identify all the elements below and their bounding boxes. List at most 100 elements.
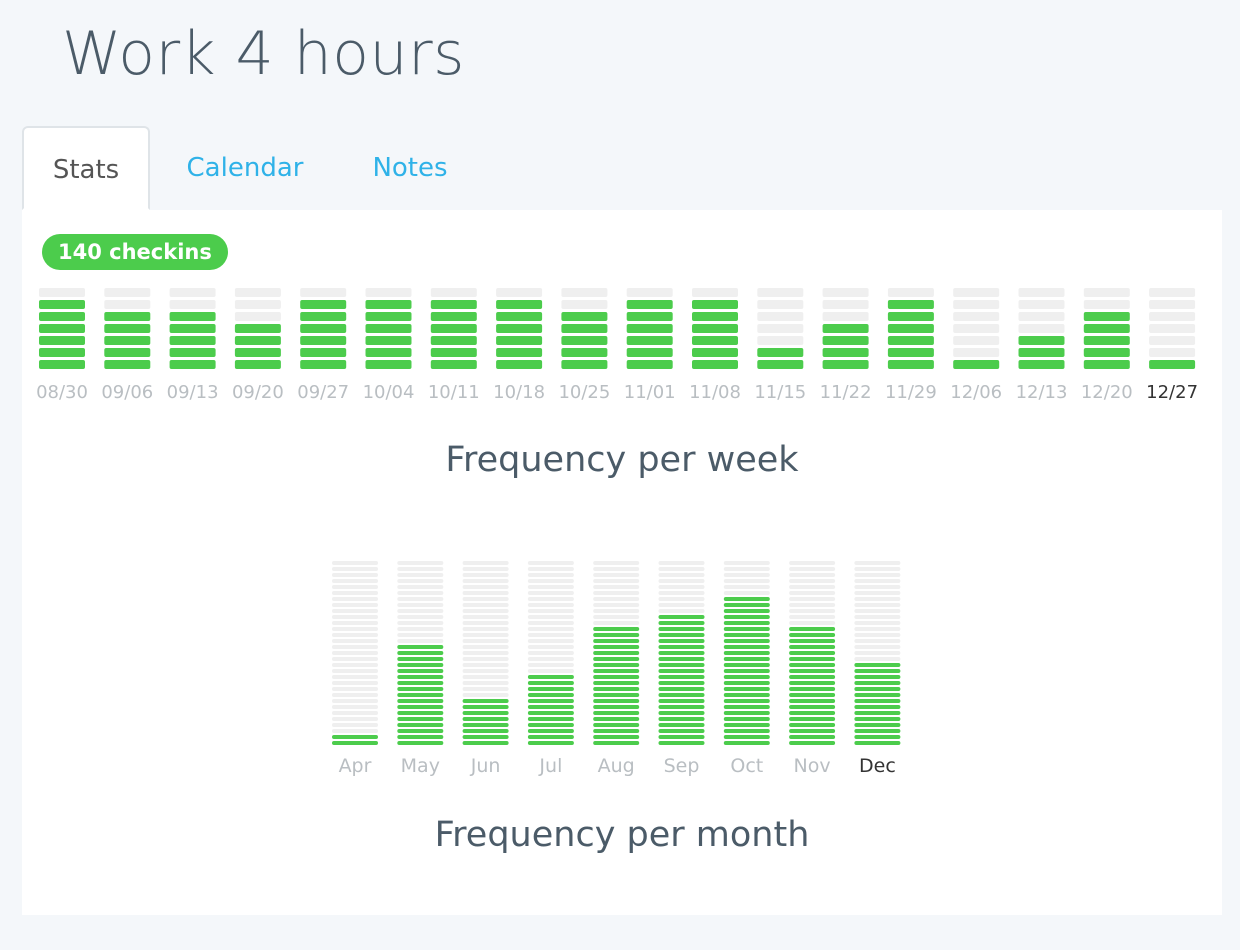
bar-segment-empty — [527, 561, 574, 565]
bar-10-04 — [365, 288, 412, 369]
bar-segment-filled — [462, 723, 509, 727]
bar-segment-filled — [397, 735, 444, 739]
bar-segment-filled — [723, 699, 770, 703]
bar-segment-filled — [658, 741, 705, 745]
bar-segment-filled — [462, 741, 509, 745]
bar-segment-filled — [887, 348, 934, 357]
bar-segment-filled — [593, 681, 640, 685]
bar-segment-empty — [527, 645, 574, 649]
x-tick-label: 10/25 — [558, 382, 610, 402]
bar-segment-empty — [658, 567, 705, 571]
bar-segment-empty — [462, 687, 509, 691]
bar-segment-filled — [953, 360, 1000, 369]
bar-segment-filled — [462, 705, 509, 709]
bar-segment-filled — [658, 681, 705, 685]
bar-12-06 — [953, 288, 1000, 369]
bar-segment-empty — [723, 573, 770, 577]
bar-segment-filled — [365, 312, 412, 321]
x-tick-label: Jun — [470, 755, 501, 777]
bar-10-25 — [561, 288, 608, 369]
bar-segment-filled — [527, 729, 574, 733]
bar-segment-empty — [527, 669, 574, 673]
stats-panel: 140 checkins 08/30 09/06 09/13 09/20 09/27 10… — [22, 210, 1222, 915]
x-tick-label: 10/18 — [493, 382, 545, 402]
bar-segment-filled — [789, 663, 836, 667]
bar-segment-empty — [332, 603, 378, 607]
tab-calendar[interactable]: Calendar — [172, 126, 318, 210]
x-tick-label: 11/29 — [885, 382, 937, 402]
bar-12-20 — [1083, 288, 1130, 369]
bar-segment-empty — [332, 711, 378, 715]
monthly-chart-title: Frequency per month — [434, 815, 810, 855]
x-tick-label: Sep — [664, 755, 700, 777]
bar-May — [397, 561, 444, 745]
bar-segment-filled — [723, 735, 770, 739]
bar-segment-filled — [658, 645, 705, 649]
bar-segment-empty — [462, 633, 509, 637]
bar-segment-filled — [692, 348, 738, 357]
bar-segment-filled — [527, 705, 574, 709]
x-tick-label: May — [401, 755, 440, 777]
bar-segment-empty — [332, 573, 378, 577]
bar-segment-filled — [527, 699, 574, 703]
bar-segment-empty — [527, 627, 574, 631]
bar-segment-filled — [789, 669, 836, 673]
bar-segment-empty — [789, 621, 836, 625]
bar-segment-filled — [397, 705, 444, 709]
bar-segment-empty — [462, 639, 509, 643]
bar-segment-filled — [397, 645, 444, 649]
tab-notes[interactable]: Notes — [352, 126, 468, 210]
bar-segment-filled — [496, 312, 543, 321]
bar-segment-empty — [462, 675, 509, 679]
bar-segment-empty — [854, 639, 901, 643]
bar-segment-filled — [462, 717, 509, 721]
bar-segment-empty — [1018, 288, 1065, 297]
bar-segment-empty — [593, 609, 640, 613]
bar-Jul — [527, 561, 574, 745]
bar-segment-filled — [854, 729, 901, 733]
bar-segment-filled — [626, 348, 673, 357]
bar-segment-filled — [1149, 360, 1196, 369]
bar-Dec — [854, 561, 901, 745]
bar-11-29 — [887, 288, 934, 369]
bar-segment-filled — [723, 651, 770, 655]
bar-segment-empty — [593, 579, 640, 583]
bar-segment-filled — [593, 723, 640, 727]
bar-segment-filled — [527, 681, 574, 685]
bar-segment-filled — [462, 711, 509, 715]
bar-segment-filled — [723, 693, 770, 697]
x-tick-label: 12/13 — [1016, 382, 1068, 402]
bar-segment-filled — [527, 717, 574, 721]
bar-segment-empty — [723, 591, 770, 595]
weekly-chart-svg: 08/30 09/06 09/13 09/20 09/27 10/04 10/11 10/18… — [36, 288, 1198, 402]
x-tick-label: Aug — [598, 755, 635, 777]
bar-segment-filled — [593, 633, 640, 637]
bar-segment-filled — [723, 657, 770, 661]
bar-segment-empty — [658, 573, 705, 577]
habit-title: Work 4 hours — [62, 19, 465, 89]
bar-segment-filled — [462, 735, 509, 739]
bar-segment-filled — [1083, 324, 1130, 333]
bar-segment-filled — [39, 336, 85, 345]
bar-segment-filled — [789, 693, 836, 697]
tab-stats[interactable]: Stats — [22, 126, 150, 210]
bar-segment-empty — [692, 288, 738, 297]
bar-segment-filled — [397, 657, 444, 661]
bar-segment-filled — [527, 735, 574, 739]
bar-segment-empty — [593, 585, 640, 589]
bar-09-06 — [104, 288, 151, 369]
bar-11-22 — [822, 288, 869, 369]
bar-segment-filled — [430, 312, 477, 321]
bar-segment-filled — [104, 348, 151, 357]
bar-segment-filled — [1018, 360, 1065, 369]
bar-segment-filled — [527, 693, 574, 697]
bar-segment-empty — [462, 561, 509, 565]
bar-segment-filled — [104, 360, 151, 369]
bar-segment-filled — [723, 639, 770, 643]
bar-segment-filled — [527, 723, 574, 727]
bar-segment-filled — [626, 336, 673, 345]
bar-Sep — [658, 561, 705, 745]
bar-segment-filled — [723, 711, 770, 715]
bar-segment-empty — [462, 669, 509, 673]
bar-segment-empty — [1149, 324, 1196, 333]
